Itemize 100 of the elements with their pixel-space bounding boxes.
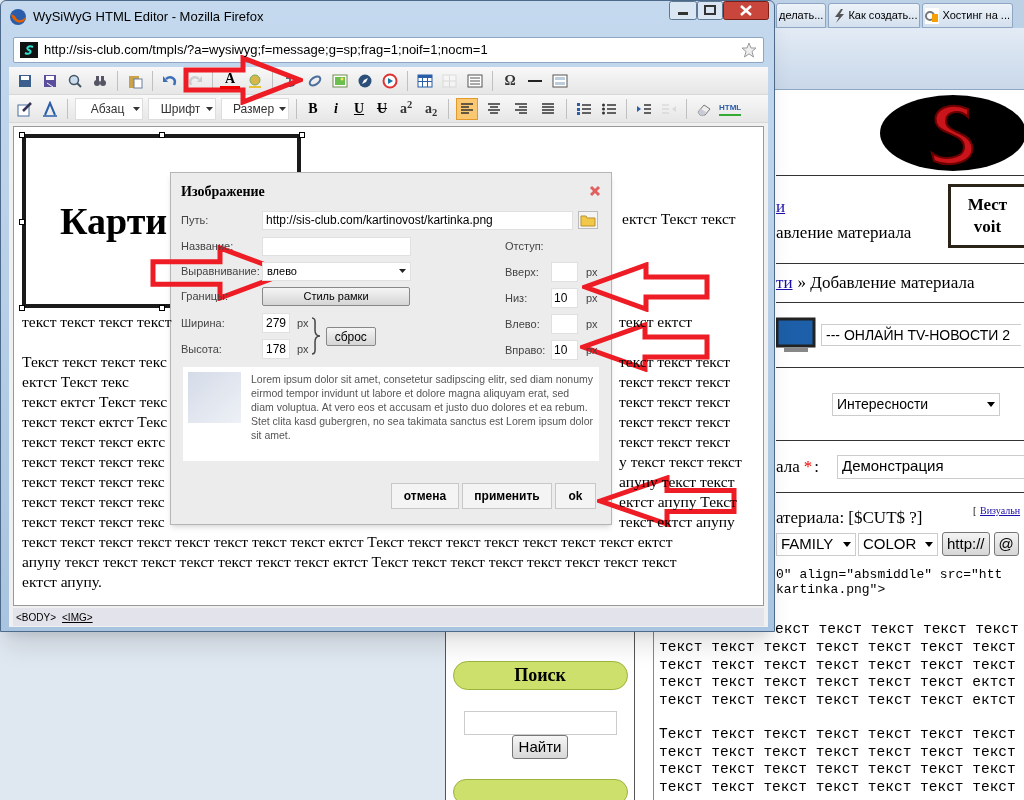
unit-label: px [297, 341, 309, 357]
field-label: Высота: [181, 341, 223, 357]
browser-tab[interactable]: Как создать... [828, 3, 921, 28]
path-field[interactable]: http://sis-club.com/kartinovost/kartinka.png [262, 210, 573, 230]
bold-button[interactable]: B [304, 98, 322, 119]
format-button[interactable]: a$^{2}$ [396, 98, 416, 119]
font-color-button[interactable]: A [220, 72, 240, 89]
resize-handle[interactable] [19, 132, 25, 138]
justify-icon [540, 100, 556, 117]
title-field[interactable]: Демонстрация [836, 454, 1024, 479]
reset-button[interactable]: сброс [325, 326, 376, 346]
breadcrumb-link[interactable]: ти [776, 270, 793, 296]
text-line: текст текст текст текст текст текст текст текст ектст Текст текст текст текст текст текст текст ектст [22, 532, 674, 552]
dialog-button[interactable]: применить [462, 483, 552, 509]
bookmark-star-icon[interactable] [741, 42, 757, 58]
format-select[interactable]: FAMILY [776, 532, 856, 556]
preview-icon[interactable] [67, 72, 83, 89]
path-element[interactable]: <BODY> [16, 609, 57, 625]
code-line: текст текст текст текст текст текст ектст [659, 674, 1017, 692]
table-icon[interactable] [417, 72, 433, 89]
resize-handle[interactable] [299, 132, 305, 138]
format-button[interactable]: Ω [500, 70, 520, 91]
code-line: текст текст текст текст текст текст ектст [659, 691, 1017, 709]
minimize-icon[interactable] [669, 1, 697, 20]
header-box-text: Мест [967, 194, 1008, 216]
text-line: текст ектст [619, 312, 693, 332]
address-bar[interactable]: http://sis-club.com/tmpls/?a=wysiwyg;f=message;g=sp;frag=1;noif=1;nocm=1 [13, 37, 764, 63]
edit-icon[interactable] [17, 100, 33, 117]
styles-icon[interactable] [42, 100, 58, 117]
close-icon[interactable] [723, 1, 769, 20]
bracket-text: [ [973, 504, 977, 518]
path-element[interactable]: <IMG> [62, 609, 93, 625]
italic-button[interactable]: i [327, 98, 345, 119]
margin-field[interactable]: 10 [551, 340, 578, 360]
size-field[interactable]: 279 [262, 313, 290, 333]
format-button[interactable]: @ [993, 532, 1019, 556]
align-select[interactable]: влево [262, 261, 411, 281]
border-style-button[interactable]: Стиль рамки [262, 286, 410, 306]
code-line: текст текст текст текст текст текст текст [659, 761, 1017, 779]
strikethrough-button[interactable]: U [373, 98, 391, 119]
resize-handle[interactable] [159, 132, 165, 138]
align-right-icon [513, 100, 529, 117]
dialog-button[interactable]: ok [555, 483, 596, 509]
layer-icon[interactable] [467, 72, 483, 89]
url-text: http://sis-club.com/tmpls/?a=wysiwyg;f=message;g=sp;frag=1;noif=1;nocm=1 [44, 41, 489, 60]
unit-label: px [297, 315, 309, 331]
format-select[interactable]: COLOR [858, 532, 938, 556]
category-select[interactable]: Интересности [832, 392, 1000, 416]
maximize-icon[interactable] [697, 1, 723, 20]
text-line: текст ектст Текст текс [22, 392, 168, 412]
code-line: текст текст текст текст текст текст текст [659, 639, 1017, 657]
text-line: текст текст текст текс [22, 472, 165, 492]
text-line: текст текст текст текс [22, 492, 165, 512]
brace-icon [310, 316, 321, 356]
media-icon[interactable] [382, 72, 398, 89]
preview-text: Lorem ipsum dolor sit amet, consetetur sadipscing elitr, sed diam nonumy eirmod tempor invidunt ut labore et dolore magna aliquyam erat, sed diam voluptua. At vero eos et accusam et justo duo dolores et ea rebum. Stet clita kasd gubergren, no sea takimata sanctus est Lorem ipsum dolor sit amet. [251, 372, 594, 443]
format-select[interactable]: Шрифт [148, 97, 216, 120]
format-select[interactable]: Абзац [75, 97, 143, 120]
resize-handle[interactable] [159, 305, 165, 311]
text-line: текст текст ектст Текс [22, 412, 168, 432]
channel-select[interactable]: --- ОНЛАЙН TV-НОВОСТИ 2 [821, 324, 1021, 346]
align-left-button[interactable] [456, 97, 478, 120]
size-field[interactable]: 178 [262, 339, 290, 359]
dropdown-caret-icon [843, 541, 851, 547]
margin-field[interactable] [551, 262, 578, 282]
field-label: Вправо: [505, 342, 547, 358]
breadcrumb-link[interactable]: и [776, 194, 786, 220]
align-center-icon [486, 100, 502, 117]
numbered-list-icon[interactable] [576, 100, 592, 117]
resize-handle[interactable] [19, 219, 25, 225]
field-label: ала [776, 455, 800, 478]
field-label: Низ: [505, 290, 529, 306]
format-select[interactable]: Размер [221, 97, 289, 120]
dialog-button[interactable]: отмена [391, 483, 459, 509]
resize-handle[interactable] [19, 305, 25, 311]
underline-button[interactable]: U [350, 98, 368, 119]
dropdown-caret-icon [133, 106, 140, 111]
field-label: Влево: [505, 316, 541, 332]
margin-field[interactable] [551, 314, 578, 334]
compass-icon[interactable] [357, 72, 373, 89]
text-line: текст текст текст текс [22, 452, 165, 472]
text-line: текст текст текст [619, 392, 731, 412]
browser-tab[interactable]: делать... [776, 3, 827, 28]
dropdown-caret-icon [206, 106, 213, 111]
format-button[interactable]: a$_{2}$ [421, 98, 441, 119]
html-source-button[interactable]: HTML [719, 101, 742, 116]
format-button[interactable]: http:// [942, 532, 990, 556]
s-logo-icon [880, 95, 1024, 171]
field-label: Выравнивание: [181, 263, 261, 279]
margin-field[interactable]: 10 [551, 288, 578, 308]
save-as-icon[interactable] [42, 72, 58, 89]
search-button[interactable]: Найти [511, 735, 569, 759]
text-line: апупу текст текст текст текст текст текст текст ектст Текст текст текст текст текст текст текст текст [22, 552, 678, 572]
save-icon[interactable] [17, 72, 33, 89]
search-field[interactable] [463, 711, 617, 735]
browser-tab[interactable]: Хостинг на ... [922, 3, 1014, 28]
form-icon[interactable] [552, 72, 568, 89]
text-line: текст текст текст [619, 352, 731, 372]
name-field[interactable] [262, 236, 411, 256]
visual-editor-link[interactable]: Визуальн [980, 503, 1021, 518]
